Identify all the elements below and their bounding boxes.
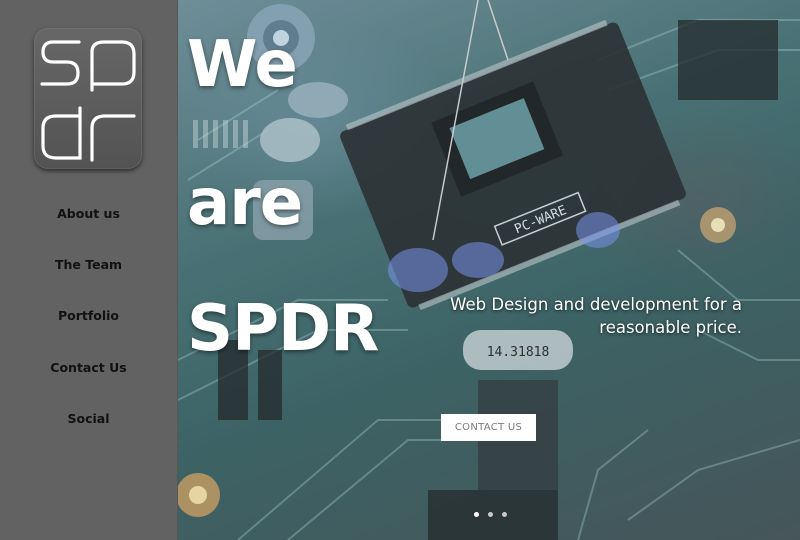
hero-title-line-1: We: [187, 28, 298, 102]
spdr-logo-mark: [40, 40, 136, 162]
slider-dot-1[interactable]: [474, 512, 479, 517]
hero-slider: PC-WARE 14.31818 We are: [178, 0, 800, 540]
sidebar: About us The Team Portfolio Contact Us S…: [0, 0, 178, 540]
spdr-logo[interactable]: [34, 28, 142, 169]
nav-social[interactable]: Social: [0, 411, 177, 427]
hero-title-line-3: SPDR: [187, 292, 379, 366]
hero-title-line-2: are: [187, 166, 303, 240]
hero-tagline-line-2: reasonable price.: [599, 318, 742, 337]
slider-dot-2[interactable]: [488, 512, 494, 517]
nav-about-us[interactable]: About us: [0, 206, 177, 222]
hero-tagline-line-1: Web Design and development for a: [450, 295, 742, 314]
nav-contact-us[interactable]: Contact Us: [0, 360, 177, 376]
contact-us-button[interactable]: CONTACT US: [441, 414, 536, 441]
hero-tagline: Web Design and development for a reasona…: [382, 293, 742, 339]
slider-pagination: [474, 512, 511, 518]
nav-the-team[interactable]: The Team: [0, 257, 177, 273]
nav-portfolio[interactable]: Portfolio: [0, 308, 177, 324]
slider-dot-3[interactable]: [502, 512, 508, 517]
